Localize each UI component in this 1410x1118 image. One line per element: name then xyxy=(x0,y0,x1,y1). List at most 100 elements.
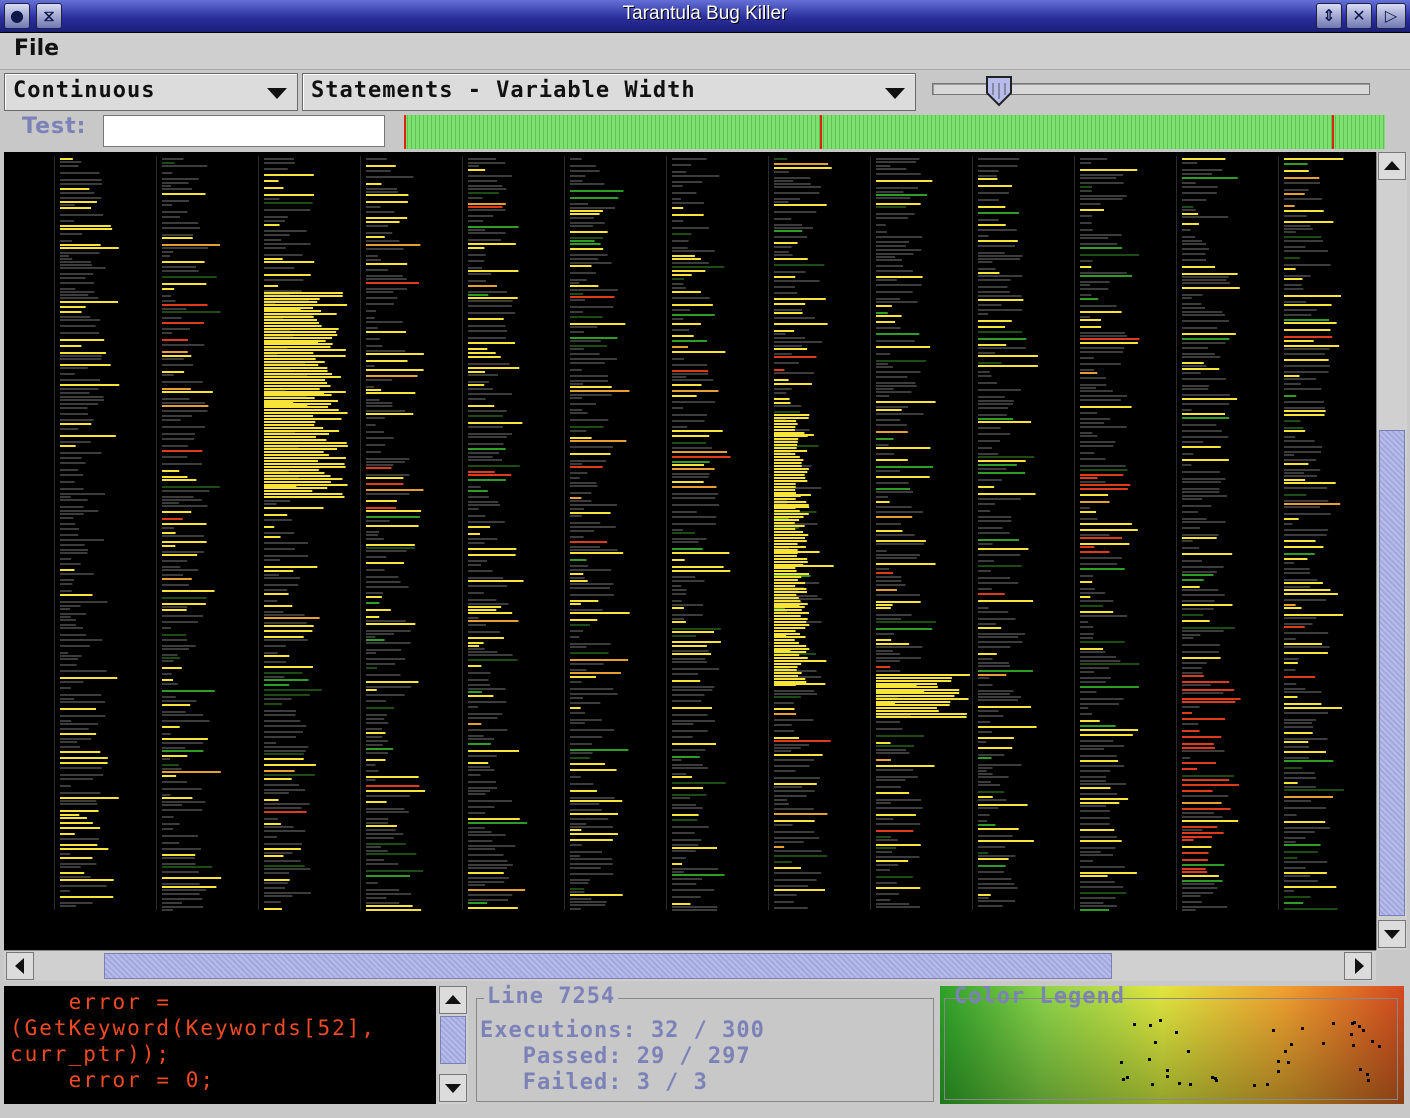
statement-line[interactable] xyxy=(672,198,682,200)
statement-line[interactable] xyxy=(978,653,997,655)
statement-line-hot[interactable] xyxy=(774,678,806,680)
statement-line[interactable] xyxy=(1284,529,1329,531)
statement-line[interactable] xyxy=(1284,193,1305,195)
statement-line[interactable] xyxy=(1182,829,1203,831)
statement-line[interactable] xyxy=(468,388,494,390)
statement-line[interactable] xyxy=(1284,867,1306,869)
statement-line[interactable] xyxy=(570,891,585,893)
statement-line[interactable] xyxy=(60,601,108,603)
statement-line[interactable] xyxy=(876,814,916,816)
statement-line[interactable] xyxy=(570,217,594,219)
statement-line[interactable] xyxy=(672,658,706,660)
statement-line[interactable] xyxy=(1182,871,1208,873)
statement-line[interactable] xyxy=(60,639,103,641)
statement-line[interactable] xyxy=(60,844,98,846)
statement-line[interactable] xyxy=(366,770,379,772)
statement-line[interactable] xyxy=(1284,623,1313,625)
statement-line-hot[interactable] xyxy=(876,701,951,703)
statement-line-hot[interactable] xyxy=(876,674,970,676)
statement-line[interactable] xyxy=(60,352,106,354)
statement-line[interactable] xyxy=(264,254,303,256)
statement-line[interactable] xyxy=(162,433,196,435)
statement-line[interactable] xyxy=(264,908,282,910)
statement-line[interactable] xyxy=(1182,488,1220,490)
statement-line[interactable] xyxy=(264,247,286,249)
statement-line[interactable] xyxy=(1284,572,1310,574)
statement-line[interactable] xyxy=(1182,327,1218,329)
statement-line[interactable] xyxy=(774,309,803,311)
statement-line[interactable] xyxy=(468,280,486,282)
statement-line[interactable] xyxy=(1182,248,1209,250)
statement-line-hot[interactable] xyxy=(774,423,798,425)
statement-line[interactable] xyxy=(366,732,386,734)
statement-line[interactable] xyxy=(570,643,611,645)
statement-line[interactable] xyxy=(672,493,719,495)
statement-line[interactable] xyxy=(570,676,597,678)
statement-line[interactable] xyxy=(264,239,282,241)
statement-line[interactable] xyxy=(162,854,196,856)
statement-line[interactable] xyxy=(1182,579,1204,581)
statement-line[interactable] xyxy=(570,383,584,385)
statement-line-hot[interactable] xyxy=(774,543,798,545)
statement-line[interactable] xyxy=(1182,586,1200,588)
statement-line[interactable] xyxy=(570,331,585,333)
statement-line[interactable] xyxy=(60,488,84,490)
statement-line[interactable] xyxy=(876,657,921,659)
statement-line[interactable] xyxy=(570,693,618,695)
statement-line[interactable] xyxy=(1080,637,1094,639)
statement-line[interactable] xyxy=(876,530,903,532)
statement-line[interactable] xyxy=(162,781,187,783)
statement-line[interactable] xyxy=(1284,814,1297,816)
statement-line[interactable] xyxy=(1080,372,1098,374)
statement-line[interactable] xyxy=(876,844,921,846)
statement-line[interactable] xyxy=(60,294,89,296)
statement-line[interactable] xyxy=(162,255,171,257)
statement-line[interactable] xyxy=(1182,158,1226,160)
statement-line[interactable] xyxy=(1080,902,1104,904)
statement-line[interactable] xyxy=(162,227,200,229)
statement-line[interactable] xyxy=(876,823,921,825)
statement-line[interactable] xyxy=(876,604,893,606)
statement-line[interactable] xyxy=(162,848,202,850)
statement-line[interactable] xyxy=(774,177,811,179)
statement-line[interactable] xyxy=(366,464,394,466)
statement-line-hot[interactable] xyxy=(774,564,804,566)
statement-line[interactable] xyxy=(1182,634,1201,636)
statement-line[interactable] xyxy=(672,529,683,531)
statement-line[interactable] xyxy=(468,864,513,866)
statement-line-hot[interactable] xyxy=(264,352,314,354)
statement-line[interactable] xyxy=(570,769,617,771)
statement-line[interactable] xyxy=(60,645,90,647)
statement-line[interactable] xyxy=(1080,600,1114,602)
statement-line[interactable] xyxy=(1080,875,1108,877)
statement-line[interactable] xyxy=(774,770,796,772)
statement-line-hot[interactable] xyxy=(264,400,339,402)
statement-line[interactable] xyxy=(672,476,709,478)
statement-line[interactable] xyxy=(570,158,582,160)
statement-line[interactable] xyxy=(468,436,507,438)
statement-line[interactable] xyxy=(876,856,920,858)
statement-line[interactable] xyxy=(162,405,209,407)
statement-line[interactable] xyxy=(876,301,918,303)
statement-line[interactable] xyxy=(60,658,79,660)
statement-line[interactable] xyxy=(162,906,204,908)
statement-line[interactable] xyxy=(672,552,730,554)
statement-line[interactable] xyxy=(162,532,176,534)
statement-line[interactable] xyxy=(366,556,387,558)
statement-line[interactable] xyxy=(366,576,399,578)
column-divider[interactable] xyxy=(972,156,973,910)
close-icon[interactable]: ✕ xyxy=(1346,3,1372,29)
statement-line[interactable] xyxy=(1284,676,1316,678)
statement-line[interactable] xyxy=(60,517,74,519)
statement-line-hot[interactable] xyxy=(774,414,810,416)
statement-line[interactable] xyxy=(1182,802,1222,804)
statement-line[interactable] xyxy=(60,396,104,398)
statement-line[interactable] xyxy=(366,658,406,660)
statement-line[interactable] xyxy=(1284,309,1317,311)
statement-line[interactable] xyxy=(468,206,503,208)
statement-line[interactable] xyxy=(264,803,310,805)
statement-line[interactable] xyxy=(672,903,691,905)
statement-line[interactable] xyxy=(1284,246,1306,248)
statement-line[interactable] xyxy=(876,165,891,167)
statement-line-hot[interactable] xyxy=(264,415,314,417)
